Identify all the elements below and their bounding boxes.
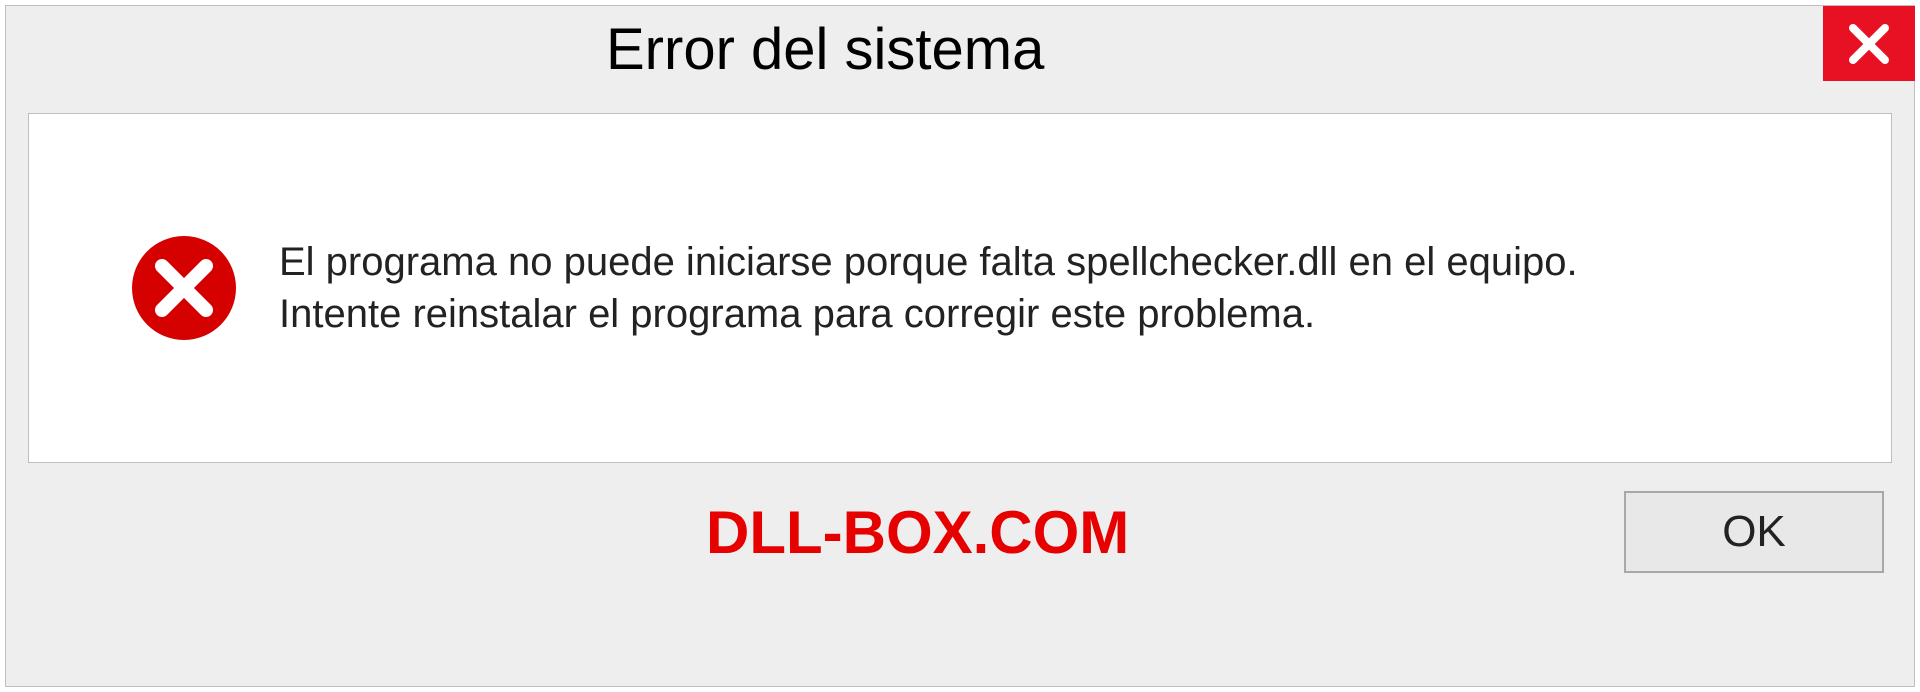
ok-button[interactable]: OK [1624, 491, 1884, 573]
titlebar: Error del sistema [6, 6, 1914, 91]
brand-watermark: DLL-BOX.COM [36, 498, 1129, 567]
close-button[interactable] [1823, 6, 1915, 81]
error-message-line2: Intente reinstalar el programa para corr… [279, 292, 1315, 336]
error-icon [129, 233, 239, 343]
close-icon [1847, 22, 1891, 66]
message-panel: El programa no puede iniciarse porque fa… [28, 113, 1892, 463]
error-message-line1: El programa no puede iniciarse porque fa… [279, 240, 1578, 284]
dialog-footer: DLL-BOX.COM OK [28, 491, 1892, 573]
error-dialog: Error del sistema El programa no puede i… [5, 5, 1915, 687]
error-message: El programa no puede iniciarse porque fa… [279, 236, 1578, 340]
dialog-title: Error del sistema [606, 16, 1044, 83]
